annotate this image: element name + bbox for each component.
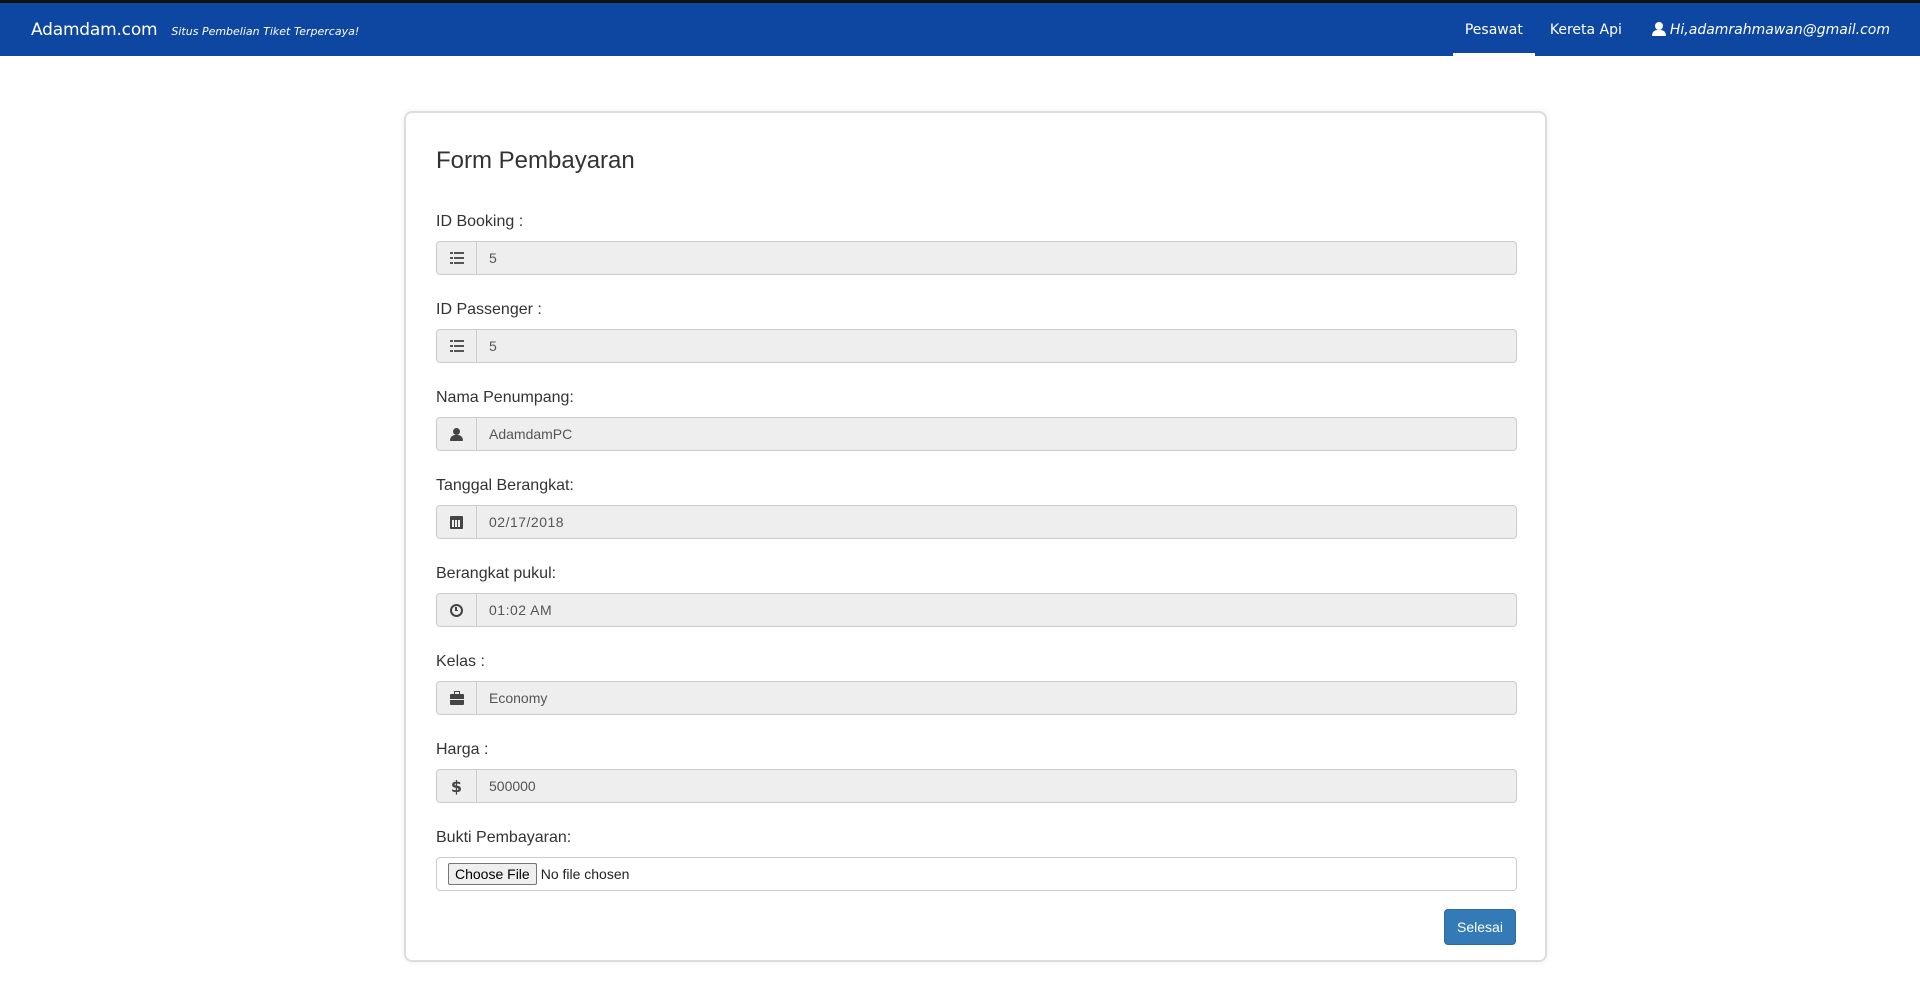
id-booking-label: ID Booking : xyxy=(436,213,524,230)
brand[interactable]: Adamdam.com Situs Pembelian Tiket Terper… xyxy=(31,3,359,56)
tanggal-berangkat-field[interactable]: 02/17/2018 xyxy=(476,505,1517,539)
kelas-addon xyxy=(436,681,476,715)
kelas-label: Kelas : xyxy=(436,653,485,670)
id-passenger-addon xyxy=(436,329,476,363)
tanggal-berangkat-label: Tanggal Berangkat: xyxy=(436,477,574,494)
tanggal-berangkat-group: 02/17/2018 xyxy=(436,505,1517,539)
user-icon xyxy=(450,427,463,441)
brand-name[interactable]: Adamdam.com xyxy=(31,20,158,40)
berangkat-pukul-field[interactable]: 01:02 AM xyxy=(476,593,1517,627)
tanggal-berangkat-addon xyxy=(436,505,476,539)
nav-item-pesawat[interactable]: Pesawat xyxy=(1452,3,1535,56)
nav-item-user-account[interactable]: Hi,adamrahmawan@gmail.com xyxy=(1637,3,1920,56)
calendar-icon xyxy=(450,515,463,529)
id-booking-group: 5 xyxy=(436,241,1517,275)
berangkat-pukul-label: Berangkat pukul: xyxy=(436,565,557,582)
list-icon xyxy=(449,252,464,264)
harga-group: $ 500000 xyxy=(436,769,1517,803)
choose-file-button[interactable]: Choose File xyxy=(448,863,537,885)
harga-field[interactable]: 500000 xyxy=(476,769,1517,803)
id-booking-field[interactable]: 5 xyxy=(476,241,1517,275)
selesai-button[interactable]: Selesai xyxy=(1444,909,1516,945)
nama-penumpang-label: Nama Penumpang: xyxy=(436,389,574,406)
harga-addon: $ xyxy=(436,769,476,803)
harga-label: Harga : xyxy=(436,741,489,758)
id-passenger-group: 5 xyxy=(436,329,1517,363)
user-icon xyxy=(1651,22,1666,37)
id-booking-addon xyxy=(436,241,476,275)
nama-penumpang-addon xyxy=(436,417,476,451)
brand-tagline: Situs Pembelian Tiket Terpercaya! xyxy=(171,24,360,38)
id-passenger-label: ID Passenger : xyxy=(436,301,542,318)
file-status-text: No file chosen xyxy=(540,866,630,882)
kelas-group: Economy xyxy=(436,681,1517,715)
list-icon xyxy=(449,340,464,352)
clock-icon xyxy=(450,603,463,617)
nav-item-kereta-api[interactable]: Kereta Api xyxy=(1535,3,1637,56)
berangkat-pukul-addon xyxy=(436,593,476,627)
bukti-pembayaran-file-input[interactable]: Choose File No file chosen xyxy=(436,857,1517,891)
form-title: Form Pembayaran xyxy=(436,147,635,174)
id-passenger-field[interactable]: 5 xyxy=(476,329,1517,363)
navbar: Adamdam.com Situs Pembelian Tiket Terper… xyxy=(0,3,1920,56)
nama-penumpang-field[interactable]: AdamdamPC xyxy=(476,417,1517,451)
payment-form-card: Form Pembayaran ID Booking : 5 ID Passen… xyxy=(404,111,1547,962)
nama-penumpang-group: AdamdamPC xyxy=(436,417,1517,451)
briefcase-icon xyxy=(449,690,464,705)
kelas-field[interactable]: Economy xyxy=(476,681,1517,715)
nav-menu: Pesawat Kereta Api Hi,adamrahmawan@gmail… xyxy=(1452,3,1920,56)
bukti-pembayaran-label: Bukti Pembayaran: xyxy=(436,829,572,846)
dollar-icon: $ xyxy=(450,776,463,796)
berangkat-pukul-group: 01:02 AM xyxy=(436,593,1517,627)
user-email-label: Hi,adamrahmawan@gmail.com xyxy=(1669,21,1890,38)
